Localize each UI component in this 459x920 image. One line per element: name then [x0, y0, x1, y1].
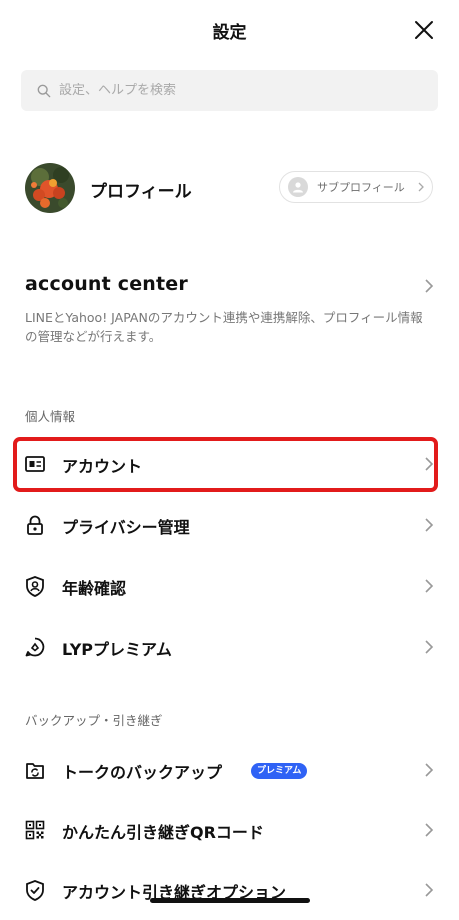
qr-code-icon [25, 820, 45, 840]
chevron-right-icon [425, 518, 434, 532]
search-icon [37, 84, 51, 97]
backup-icon [26, 763, 44, 779]
menu-item-transfer-options[interactable]: アカウント引き継ぎオプション [0, 860, 459, 920]
menu-item-chat-backup[interactable]: トークのバックアップ [0, 740, 459, 800]
menu-item-label: プライバシー管理 [62, 518, 190, 537]
search-input[interactable] [59, 83, 399, 98]
profile-row[interactable]: プロフィール サブプロフィール [0, 160, 459, 216]
close-icon[interactable] [412, 18, 436, 42]
chevron-right-icon [425, 763, 434, 777]
menu-item-label: LYPプレミアム [62, 640, 172, 659]
menu-item-privacy[interactable]: プライバシー管理 [0, 495, 459, 555]
search-bar[interactable] [21, 70, 438, 111]
chevron-right-icon [425, 279, 434, 293]
section-label-backup: バックアップ・引き継ぎ [25, 713, 163, 728]
menu-item-lyp-premium[interactable]: LYPプレミアム [0, 617, 459, 677]
subprofile-button[interactable]: サブプロフィール [279, 171, 433, 203]
chevron-right-icon [425, 640, 434, 654]
account-center-title: account center [25, 273, 188, 295]
chevron-right-icon [425, 883, 434, 897]
menu-item-label: 年齢確認 [62, 579, 127, 598]
premium-icon [25, 637, 45, 657]
shield-check-icon [26, 880, 44, 901]
account-center-description: LINEとYahoo! JAPANのアカウント連携や連携解除、プロフィール情報の… [25, 310, 423, 344]
subprofile-avatar-icon [288, 177, 308, 197]
menu-item-label: トークのバックアップ [62, 763, 223, 782]
account-center-row[interactable]: account center LINEとYahoo! JAPANのアカウント連携… [0, 268, 459, 348]
chevron-right-icon [425, 579, 434, 593]
premium-badge: プレミアム [251, 763, 308, 779]
age-verify-icon [26, 576, 44, 597]
profile-name[interactable]: プロフィール [90, 177, 192, 202]
home-indicator [150, 898, 310, 903]
header: 設定 [0, 0, 459, 60]
page-title: 設定 [212, 23, 247, 43]
menu-item-qr-transfer[interactable]: かんたん引き継ぎQRコード [0, 800, 459, 860]
lock-icon [27, 515, 43, 535]
menu-item-age-verification[interactable]: 年齢確認 [0, 556, 459, 616]
chevron-right-icon [425, 823, 434, 837]
highlight-box [13, 437, 438, 492]
subprofile-label: サブプロフィール [317, 181, 405, 194]
section-label-personal: 個人情報 [25, 409, 76, 424]
menu-item-label: かんたん引き継ぎQRコード [62, 823, 264, 842]
avatar[interactable] [25, 163, 75, 213]
chevron-right-icon [418, 182, 424, 192]
